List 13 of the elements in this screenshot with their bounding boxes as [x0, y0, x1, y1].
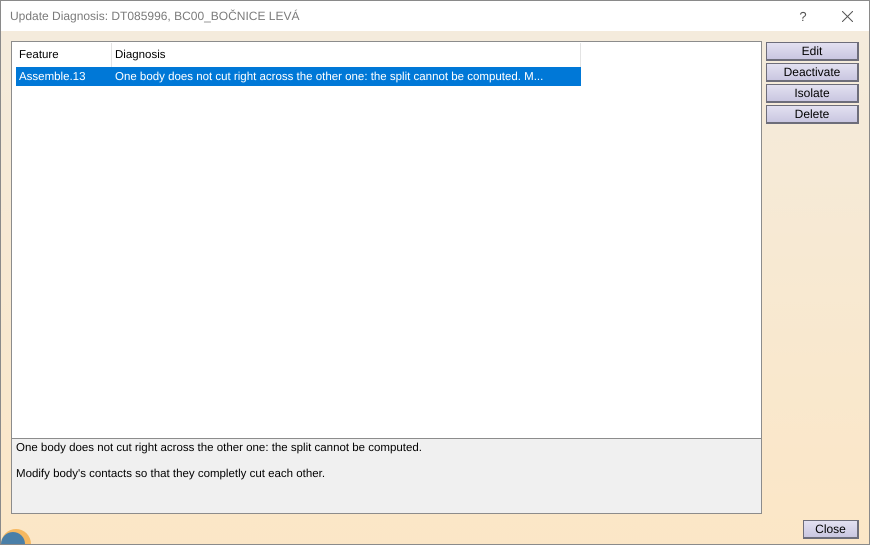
help-button[interactable]: ?	[781, 1, 825, 31]
globe-icon	[1, 529, 31, 544]
list-row[interactable]: Assemble.13 One body does not cut right across the other one: the split cannot be computed. M...	[16, 67, 581, 86]
window-title: Update Diagnosis: DT085996, BC00_BOČNICE LEVÁ	[10, 9, 300, 23]
feature-cell-text: Assemble.13	[18, 70, 86, 82]
action-button[interactable]: Delete	[766, 105, 859, 124]
action-button[interactable]: Edit	[766, 42, 859, 61]
action-button[interactable]: Deactivate	[766, 63, 859, 82]
description-text: One body does not cut right across the other one: the split cannot be computed.	[16, 442, 423, 454]
description-text: Modify body's contacts so that they completly cut each other.	[16, 468, 326, 480]
action-button[interactable]: Isolate	[766, 84, 859, 103]
close-button[interactable]: Close	[803, 520, 859, 538]
diagnosis-cell-text: One body does not cut right across the other one: the split cannot be computed. M...	[114, 70, 544, 82]
